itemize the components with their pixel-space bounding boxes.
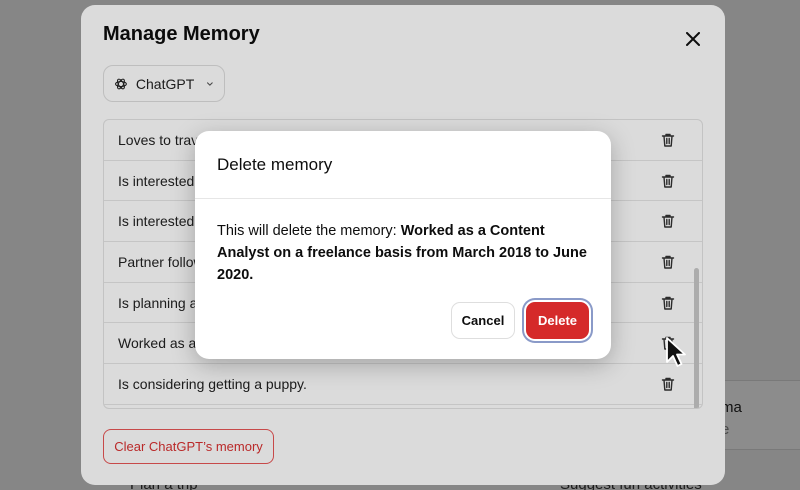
cancel-button[interactable]: Cancel — [451, 302, 515, 339]
delete-dialog-message: This will delete the memory: Worked as a… — [217, 220, 589, 286]
delete-memory-dialog: Delete memory This will delete the memor… — [195, 131, 611, 359]
delete-dialog-title: Delete memory — [217, 155, 333, 174]
delete-dialog-message-prefix: This will delete the memory: — [217, 223, 401, 239]
mouse-pointer-icon — [666, 337, 686, 367]
delete-button[interactable]: Delete — [526, 302, 589, 339]
divider — [195, 198, 611, 199]
